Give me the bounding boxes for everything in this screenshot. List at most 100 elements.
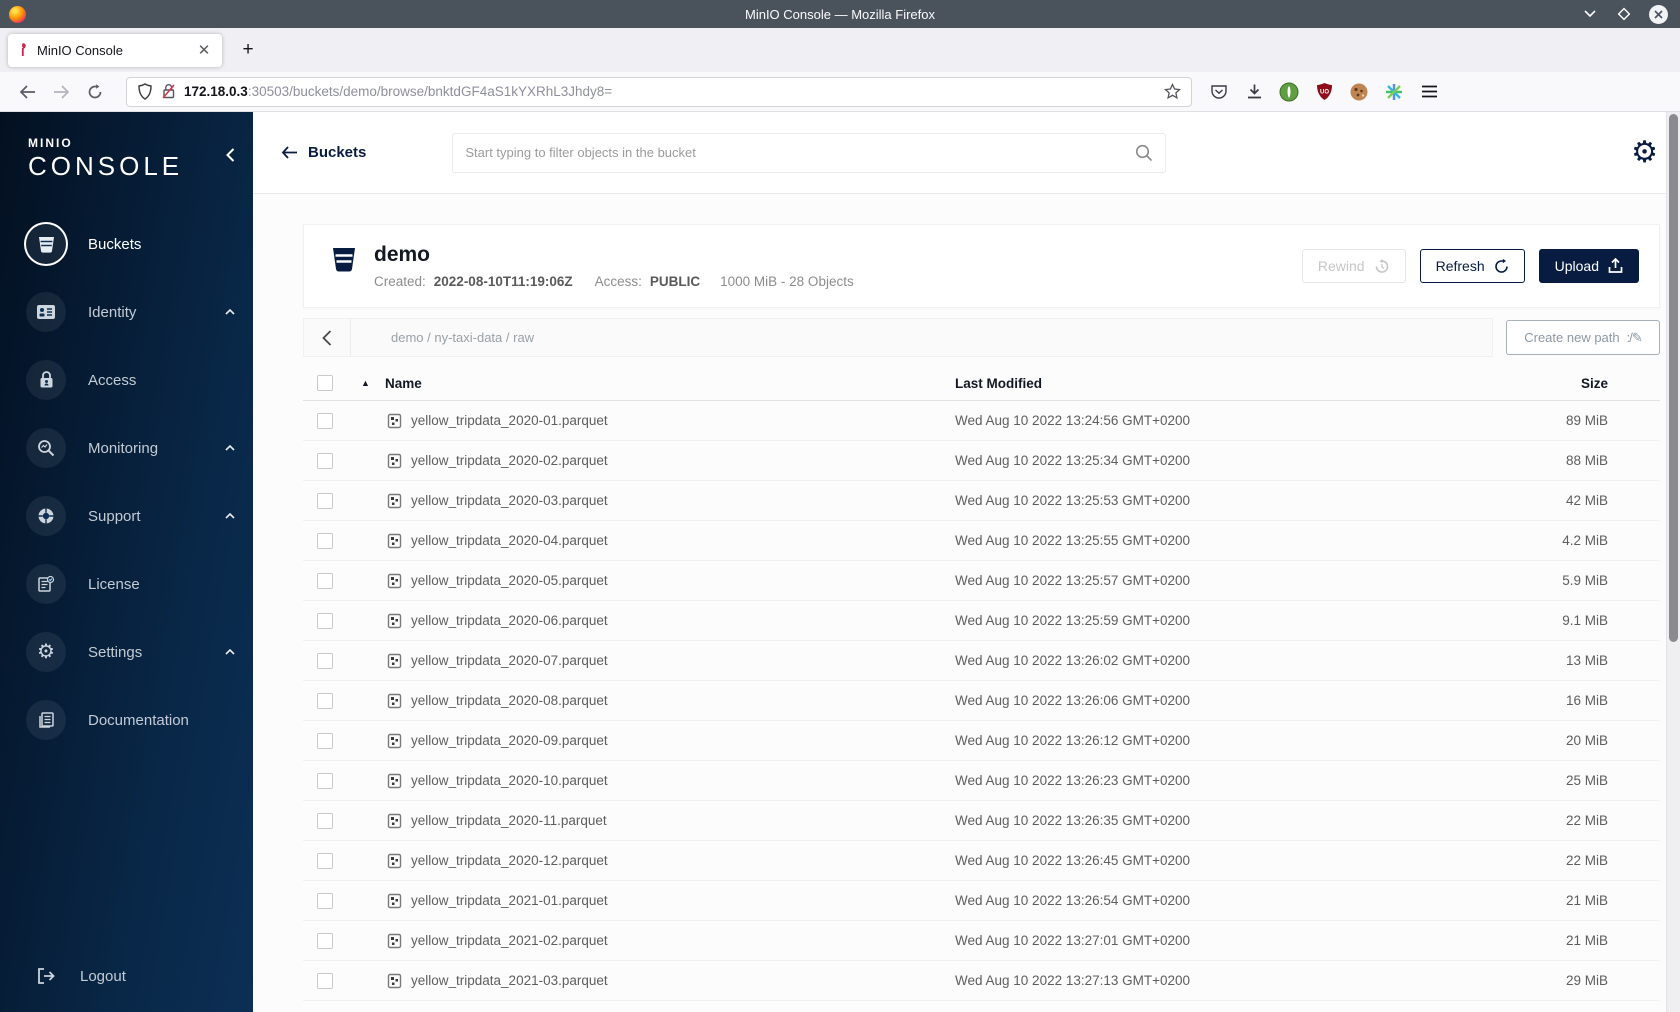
menu-hamburger-icon[interactable] (1418, 81, 1440, 103)
object-name[interactable]: yellow_tripdata_2020-09.parquet (411, 733, 608, 748)
browser-tab-minio-console[interactable]: MinIO Console ✕ (8, 33, 222, 67)
scrollbar-thumb[interactable] (1669, 114, 1678, 642)
back-to-buckets-link[interactable]: Buckets (281, 144, 366, 161)
refresh-button[interactable]: Refresh (1419, 249, 1525, 283)
row-checkbox[interactable] (317, 452, 333, 469)
object-row[interactable]: yellow_tripdata_2020-01.parquet Wed Aug … (303, 401, 1660, 441)
object-name[interactable]: yellow_tripdata_2020-04.parquet (411, 533, 608, 548)
window-close-button[interactable] (1649, 4, 1668, 24)
object-row[interactable]: yellow_tripdata_2020-06.parquet Wed Aug … (303, 601, 1660, 641)
object-row[interactable]: yellow_tripdata_2020-02.parquet Wed Aug … (303, 441, 1660, 481)
object-name[interactable]: yellow_tripdata_2021-02.parquet (411, 933, 608, 948)
create-new-path-button[interactable]: Create new path :/✎ (1506, 320, 1660, 355)
back-button[interactable] (12, 77, 42, 107)
select-all-checkbox[interactable] (317, 375, 333, 391)
column-header-name[interactable]: Name (385, 376, 940, 391)
insecure-lock-icon[interactable] (161, 83, 176, 100)
row-checkbox[interactable] (317, 812, 333, 829)
chevron-up-icon[interactable] (225, 309, 235, 315)
sidebar-item-license[interactable]: License (0, 550, 253, 618)
row-checkbox[interactable] (317, 492, 333, 509)
row-checkbox[interactable] (317, 412, 333, 429)
object-row[interactable]: yellow_tripdata_2020-11.parquet Wed Aug … (303, 801, 1660, 841)
url-text[interactable]: 172.18.0.3:30503/buckets/demo/browse/bnk… (184, 84, 1156, 99)
row-checkbox[interactable] (317, 692, 333, 709)
object-name[interactable]: yellow_tripdata_2021-01.parquet (411, 893, 608, 908)
chevron-up-icon[interactable] (225, 445, 235, 451)
rewind-button[interactable]: Rewind (1301, 249, 1406, 283)
window-minimize-button[interactable] (1581, 5, 1599, 23)
row-checkbox[interactable] (317, 572, 333, 589)
column-header-size[interactable]: Size (1500, 376, 1660, 391)
object-row[interactable]: yellow_tripdata_2020-05.parquet Wed Aug … (303, 561, 1660, 601)
parquet-file-icon (387, 693, 402, 709)
row-checkbox[interactable] (317, 532, 333, 549)
object-name[interactable]: yellow_tripdata_2020-08.parquet (411, 693, 608, 708)
breadcrumb-back-button[interactable] (304, 319, 351, 356)
row-checkbox[interactable] (317, 932, 333, 949)
new-tab-button[interactable]: + (232, 34, 264, 66)
spark-extension-icon[interactable] (1383, 81, 1405, 103)
downloads-icon[interactable] (1243, 81, 1265, 103)
window-maximize-button[interactable] (1615, 5, 1633, 23)
object-name[interactable]: yellow_tripdata_2020-10.parquet (411, 773, 608, 788)
column-header-modified[interactable]: Last Modified (940, 376, 1500, 391)
object-filter-search[interactable] (452, 132, 1167, 173)
row-checkbox[interactable] (317, 652, 333, 669)
row-checkbox[interactable] (317, 732, 333, 749)
sidebar-item-buckets[interactable]: Buckets (0, 210, 253, 278)
bookmark-star-icon[interactable] (1164, 83, 1181, 100)
sidebar-collapse-icon[interactable] (226, 148, 235, 167)
row-checkbox[interactable] (317, 892, 333, 909)
pocket-icon[interactable] (1208, 81, 1230, 103)
sidebar-item-logout[interactable]: Logout (26, 956, 126, 996)
object-row[interactable]: yellow_tripdata_2021-03.parquet Wed Aug … (303, 961, 1660, 1001)
object-row[interactable]: yellow_tripdata_2020-07.parquet Wed Aug … (303, 641, 1660, 681)
object-row[interactable]: yellow_tripdata_2020-12.parquet Wed Aug … (303, 841, 1660, 881)
object-name[interactable]: yellow_tripdata_2020-01.parquet (411, 413, 608, 428)
object-name[interactable]: yellow_tripdata_2020-07.parquet (411, 653, 608, 668)
upload-button[interactable]: Upload (1538, 249, 1639, 283)
object-name[interactable]: yellow_tripdata_2020-02.parquet (411, 453, 608, 468)
forward-button[interactable] (46, 77, 76, 107)
search-input[interactable] (465, 145, 1136, 160)
object-size: 89 MiB (1565, 413, 1608, 428)
object-name[interactable]: yellow_tripdata_2020-05.parquet (411, 573, 608, 588)
sidebar-item-settings[interactable]: ⚙ Settings (0, 618, 253, 686)
row-checkbox[interactable] (317, 852, 333, 869)
row-checkbox[interactable] (317, 772, 333, 789)
row-checkbox[interactable] (317, 612, 333, 629)
tracking-protection-shield-icon[interactable] (137, 83, 153, 100)
object-name[interactable]: yellow_tripdata_2021-03.parquet (411, 973, 608, 988)
sort-ascending-icon[interactable]: ▲ (361, 378, 377, 388)
object-row[interactable]: yellow_tripdata_2021-02.parquet Wed Aug … (303, 921, 1660, 961)
ublock-origin-icon[interactable]: UO (1313, 81, 1335, 103)
breadcrumb-path[interactable]: demo / ny-taxi-data / raw (391, 330, 534, 345)
sidebar-item-documentation[interactable]: Documentation (0, 686, 253, 754)
reload-button[interactable] (80, 77, 110, 107)
console-settings-gear-icon[interactable]: ⚙ (1631, 137, 1658, 168)
sidebar-item-support[interactable]: Support (0, 482, 253, 550)
tab-close-icon[interactable]: ✕ (194, 40, 214, 60)
object-row[interactable]: yellow_tripdata_2020-09.parquet Wed Aug … (303, 721, 1660, 761)
object-name[interactable]: yellow_tripdata_2020-11.parquet (411, 813, 607, 828)
object-row[interactable]: yellow_tripdata_2020-10.parquet Wed Aug … (303, 761, 1660, 801)
object-name[interactable]: yellow_tripdata_2020-12.parquet (411, 853, 608, 868)
browser-scrollbar[interactable] (1666, 112, 1680, 1012)
object-name[interactable]: yellow_tripdata_2020-03.parquet (411, 493, 608, 508)
object-row[interactable]: yellow_tripdata_2020-03.parquet Wed Aug … (303, 481, 1660, 521)
privacy-extension-icon[interactable] (1278, 81, 1300, 103)
object-row[interactable]: yellow_tripdata_2021-01.parquet Wed Aug … (303, 881, 1660, 921)
sidebar-item-access[interactable]: Access (0, 346, 253, 414)
chevron-up-icon[interactable] (225, 513, 235, 519)
sidebar-item-monitoring[interactable]: Monitoring (0, 414, 253, 482)
object-name[interactable]: yellow_tripdata_2020-06.parquet (411, 613, 608, 628)
row-checkbox[interactable] (317, 972, 333, 989)
object-row[interactable]: yellow_tripdata_2020-04.parquet Wed Aug … (303, 521, 1660, 561)
url-bar[interactable]: 172.18.0.3:30503/buckets/demo/browse/bnk… (126, 76, 1192, 107)
object-row[interactable]: yellow_tripdata_2020-08.parquet Wed Aug … (303, 681, 1660, 721)
cookie-extension-icon[interactable] (1348, 81, 1370, 103)
sidebar-item-identity[interactable]: Identity (0, 278, 253, 346)
chevron-up-icon[interactable] (225, 649, 235, 655)
lock-user-icon (26, 360, 66, 400)
